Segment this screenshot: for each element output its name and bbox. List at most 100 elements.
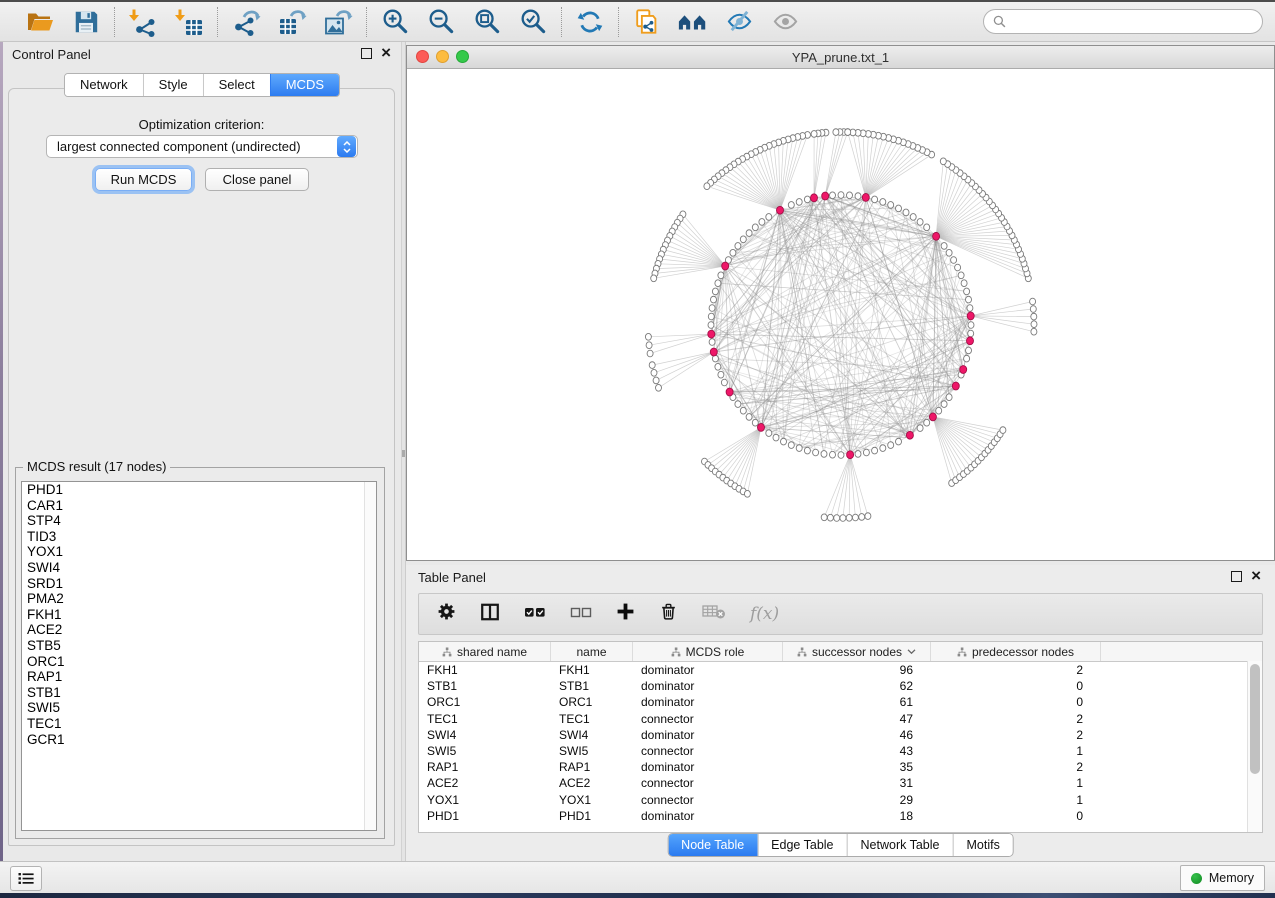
table-cell: 0 [931,809,1101,823]
save-icon[interactable] [70,6,102,38]
tab-select[interactable]: Select [203,74,270,96]
add-column-icon[interactable] [616,602,635,626]
tab-motifs[interactable]: Motifs [952,834,1012,856]
tab-edge-table[interactable]: Edge Table [757,834,846,856]
table-row[interactable]: TEC1TEC1connector472 [419,711,1262,727]
result-item[interactable]: TID3 [22,529,376,545]
binoculars-icon[interactable] [677,6,709,38]
column-header[interactable]: MCDS role [633,642,783,661]
table-panel-header: Table Panel × [406,565,1275,591]
minimize-window-icon[interactable] [436,50,449,63]
tree-icon [797,647,807,657]
memory-button[interactable]: Memory [1180,865,1265,891]
export-network-icon[interactable] [230,6,262,38]
table-scrollbar[interactable] [1247,661,1262,832]
result-scrollbar[interactable] [364,482,376,830]
search-input[interactable] [1012,14,1253,30]
result-item[interactable]: SWI5 [22,700,376,716]
float-panel-icon[interactable] [361,48,372,59]
scrollbar-thumb[interactable] [1250,664,1260,774]
zoom-in-icon[interactable] [379,6,411,38]
column-header[interactable]: name [551,642,633,661]
result-item[interactable]: YOX1 [22,544,376,560]
tree-icon [442,647,452,657]
control-panel: Control Panel × NetworkStyleSelectMCDS O… [3,42,401,862]
result-item[interactable]: STB1 [22,685,376,701]
result-item[interactable]: STP4 [22,513,376,529]
result-item[interactable]: CAR1 [22,498,376,514]
export-table-icon[interactable] [276,6,308,38]
table-row[interactable]: FKH1FKH1dominator962 [419,662,1262,678]
refresh-icon[interactable] [574,6,606,38]
control-panel-tabs: NetworkStyleSelectMCDS [64,73,340,97]
table-cell: SWI5 [551,744,633,758]
select-all-columns-icon[interactable] [524,604,546,625]
table-row[interactable]: ACE2ACE2connector311 [419,775,1262,791]
run-mcds-button[interactable]: Run MCDS [95,168,192,191]
tab-network[interactable]: Network [65,74,143,96]
import-table-icon[interactable] [173,6,205,38]
result-item[interactable]: FKH1 [22,607,376,623]
column-header[interactable]: predecessor nodes [931,642,1101,661]
table-row[interactable]: SWI5SWI5connector431 [419,743,1262,759]
table-cell: STB1 [419,679,551,693]
gear-icon[interactable] [437,602,456,626]
task-history-button[interactable] [10,866,42,891]
zoom-fit-icon[interactable] [471,6,503,38]
float-panel-icon[interactable] [1231,571,1242,582]
table-row[interactable]: STB1STB1dominator620 [419,678,1262,694]
result-item[interactable]: STB5 [22,638,376,654]
tab-mcds[interactable]: MCDS [270,74,339,96]
result-item[interactable]: ACE2 [22,622,376,638]
table-row[interactable]: SWI4SWI4dominator462 [419,727,1262,743]
result-item[interactable]: SRD1 [22,576,376,592]
split-columns-icon[interactable] [480,602,500,627]
hide-eye-icon[interactable] [723,6,755,38]
memory-status-icon [1191,873,1202,884]
deselect-all-columns-icon[interactable] [570,604,592,625]
tab-style[interactable]: Style [143,74,203,96]
network-canvas[interactable] [407,68,1274,560]
result-item[interactable]: ORC1 [22,654,376,670]
table-cell: 96 [783,663,931,677]
result-item[interactable]: RAP1 [22,669,376,685]
network-view-window: YPA_prune.txt_1 [406,45,1275,561]
table-cell: dominator [633,760,783,774]
export-image-icon[interactable] [322,6,354,38]
table-row[interactable]: PHD1PHD1dominator180 [419,808,1262,824]
result-item[interactable]: PHD1 [22,482,376,498]
table-row[interactable]: ORC1ORC1dominator610 [419,694,1262,710]
table-row[interactable]: YOX1YOX1connector291 [419,792,1262,808]
result-item[interactable]: TEC1 [22,716,376,732]
share-document-icon[interactable] [631,6,663,38]
close-window-icon[interactable] [416,50,429,63]
result-item[interactable]: SWI4 [22,560,376,576]
open-folder-icon[interactable] [24,6,56,38]
tab-node-table[interactable]: Node Table [668,834,757,856]
show-eye-icon[interactable] [769,6,801,38]
file-group [12,6,114,38]
result-item[interactable]: PMA2 [22,591,376,607]
table-row[interactable]: RAP1RAP1dominator352 [419,759,1262,775]
node-table: shared namenameMCDS rolesuccessor nodesp… [418,641,1263,833]
table-cell: SWI4 [419,728,551,742]
zoom-out-icon[interactable] [425,6,457,38]
table-cell: RAP1 [551,760,633,774]
delete-column-icon[interactable] [659,602,678,626]
close-panel-icon[interactable]: × [1251,570,1261,582]
close-panel-icon[interactable]: × [381,47,391,59]
criterion-dropdown[interactable]: largest connected component (undirected) [46,135,358,158]
import-network-icon[interactable] [127,6,159,38]
close-panel-button[interactable]: Close panel [205,168,309,191]
network-window-titlebar[interactable]: YPA_prune.txt_1 [407,46,1274,69]
mcds-result-list[interactable]: PHD1CAR1STP4TID3YOX1SWI4SRD1PMA2FKH1ACE2… [21,481,377,831]
zoom-selected-icon[interactable] [517,6,549,38]
result-item[interactable]: GCR1 [22,732,376,748]
table-body: FKH1FKH1dominator962STB1STB1dominator620… [419,662,1262,824]
maximize-window-icon[interactable] [456,50,469,63]
tab-network-table[interactable]: Network Table [847,834,953,856]
column-header[interactable]: successor nodes [783,642,931,661]
table-cell: PHD1 [551,809,633,823]
search-field[interactable] [983,9,1263,34]
column-header[interactable]: shared name [419,642,551,661]
